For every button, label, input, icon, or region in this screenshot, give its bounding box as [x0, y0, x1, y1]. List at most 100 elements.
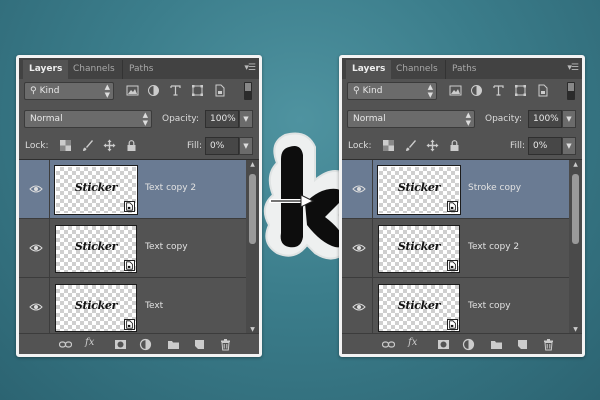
- layer-name[interactable]: Text: [145, 301, 163, 311]
- layer-name[interactable]: Text copy: [468, 301, 511, 311]
- tab-channels[interactable]: Channels: [390, 60, 444, 79]
- blend-row: Normal ▲ ▼ Opacity: 100% ▼: [342, 108, 582, 132]
- filter-toggle-switch[interactable]: [244, 82, 252, 100]
- blend-row: Normal ▲ ▼ Opacity: 100% ▼: [19, 108, 259, 132]
- lock-pixels-brush-icon[interactable]: [404, 139, 417, 152]
- smart-object-filter-icon[interactable]: [536, 84, 549, 97]
- link-layers-icon[interactable]: [382, 338, 395, 351]
- adjustment-filter-icon[interactable]: [147, 84, 160, 97]
- smart-object-badge-icon: [124, 260, 135, 271]
- layer-style-fx-icon[interactable]: fx: [408, 337, 417, 348]
- panel-menu-icon[interactable]: ▾☰: [567, 63, 579, 73]
- layer-name[interactable]: Text copy 2: [468, 242, 519, 252]
- layer-row[interactable]: Sticker Text copy 2: [19, 160, 246, 219]
- layer-row[interactable]: Sticker Text: [19, 278, 246, 337]
- filter-kind-value: Kind: [362, 86, 383, 96]
- eye-icon[interactable]: [352, 243, 366, 253]
- new-layer-icon[interactable]: [516, 338, 529, 351]
- layer-thumbnail[interactable]: Sticker: [378, 225, 460, 273]
- adjustment-layer-icon[interactable]: [462, 338, 475, 351]
- visibility-divider: [372, 219, 373, 277]
- tab-layers[interactable]: Layers: [23, 60, 69, 79]
- smart-object-filter-icon[interactable]: [213, 84, 226, 97]
- new-group-folder-icon[interactable]: [167, 338, 180, 351]
- type-filter-icon[interactable]: [492, 84, 505, 97]
- layers-list: Sticker Stroke copy Sticker Text copy 2 …: [342, 159, 582, 337]
- chevron-updown-icon: ▲ ▼: [465, 111, 471, 127]
- fill-input[interactable]: 0%: [528, 137, 562, 155]
- new-group-folder-icon[interactable]: [490, 338, 503, 351]
- trash-icon[interactable]: [219, 338, 232, 351]
- eye-icon[interactable]: [29, 243, 43, 253]
- trash-icon[interactable]: [542, 338, 555, 351]
- lock-position-move-icon[interactable]: [103, 139, 116, 152]
- link-layers-icon[interactable]: [59, 338, 72, 351]
- lock-pixels-brush-icon[interactable]: [81, 139, 94, 152]
- add-mask-icon[interactable]: [437, 338, 450, 351]
- fill-input[interactable]: 0%: [205, 137, 239, 155]
- layer-row[interactable]: Sticker Text copy 2: [342, 219, 569, 278]
- layer-thumbnail[interactable]: Sticker: [55, 284, 137, 332]
- lock-position-move-icon[interactable]: [426, 139, 439, 152]
- eye-icon[interactable]: [352, 184, 366, 194]
- scrollbar-thumb[interactable]: [572, 174, 579, 244]
- search-icon: ⚲: [353, 86, 360, 96]
- tab-paths[interactable]: Paths: [122, 60, 159, 79]
- new-layer-icon[interactable]: [193, 338, 206, 351]
- scroll-up-arrow-icon[interactable]: ▲: [246, 160, 259, 170]
- filter-kind-value: Kind: [39, 86, 60, 96]
- lock-all-icon[interactable]: [125, 139, 138, 152]
- layer-name[interactable]: Text copy 2: [145, 183, 196, 193]
- lock-all-icon[interactable]: [448, 139, 461, 152]
- layer-name[interactable]: Text copy: [145, 242, 188, 252]
- pixel-filter-icon[interactable]: [449, 84, 462, 97]
- lock-label: Lock:: [348, 141, 372, 151]
- opacity-input[interactable]: 100%: [205, 110, 239, 128]
- tab-channels[interactable]: Channels: [67, 60, 121, 79]
- layer-row[interactable]: Sticker Text copy: [342, 278, 569, 337]
- visibility-divider: [49, 219, 50, 277]
- eye-icon[interactable]: [29, 302, 43, 312]
- layer-thumbnail[interactable]: Sticker: [377, 165, 461, 215]
- filter-kind-select[interactable]: ⚲ Kind ▲ ▼: [347, 82, 437, 100]
- layers-scrollbar[interactable]: ▲ ▼: [569, 160, 582, 335]
- opacity-dropdown[interactable]: ▼: [239, 110, 253, 128]
- filter-row: ⚲ Kind ▲ ▼: [19, 80, 259, 104]
- shape-filter-icon[interactable]: [514, 84, 527, 97]
- filter-kind-select[interactable]: ⚲ Kind ▲ ▼: [24, 82, 114, 100]
- layer-row[interactable]: Sticker Text copy: [19, 219, 246, 278]
- layer-name[interactable]: Stroke copy: [468, 183, 521, 193]
- panel-menu-icon[interactable]: ▾☰: [244, 63, 256, 73]
- layer-style-fx-icon[interactable]: fx: [85, 337, 94, 348]
- layers-scrollbar[interactable]: ▲ ▼: [246, 160, 259, 335]
- layer-thumbnail[interactable]: Sticker: [55, 225, 137, 273]
- layer-thumbnail[interactable]: Sticker: [378, 284, 460, 332]
- thumbnail-text: Sticker: [397, 299, 441, 312]
- opacity-label: Opacity:: [485, 114, 522, 124]
- fill-dropdown[interactable]: ▼: [562, 137, 576, 155]
- lock-transparency-icon[interactable]: [382, 139, 395, 152]
- smart-object-badge-icon: [447, 201, 458, 212]
- type-filter-icon[interactable]: [169, 84, 182, 97]
- opacity-dropdown[interactable]: ▼: [562, 110, 576, 128]
- lock-transparency-icon[interactable]: [59, 139, 72, 152]
- adjustment-layer-icon[interactable]: [139, 338, 152, 351]
- layer-row[interactable]: Sticker Stroke copy: [342, 160, 569, 219]
- tab-layers[interactable]: Layers: [346, 60, 392, 79]
- fill-dropdown[interactable]: ▼: [239, 137, 253, 155]
- filter-toggle-switch[interactable]: [567, 82, 575, 100]
- opacity-input[interactable]: 100%: [528, 110, 562, 128]
- layer-thumbnail[interactable]: Sticker: [54, 165, 138, 215]
- pixel-filter-icon[interactable]: [126, 84, 139, 97]
- eye-icon[interactable]: [29, 184, 43, 194]
- adjustment-filter-icon[interactable]: [470, 84, 483, 97]
- blend-mode-select[interactable]: Normal ▲ ▼: [24, 110, 152, 128]
- eye-icon[interactable]: [352, 302, 366, 312]
- scrollbar-thumb[interactable]: [249, 174, 256, 244]
- add-mask-icon[interactable]: [114, 338, 127, 351]
- shape-filter-icon[interactable]: [191, 84, 204, 97]
- layers-list: Sticker Text copy 2 Sticker Text copy St…: [19, 159, 259, 337]
- scroll-up-arrow-icon[interactable]: ▲: [569, 160, 582, 170]
- blend-mode-select[interactable]: Normal ▲ ▼: [347, 110, 475, 128]
- tab-paths[interactable]: Paths: [445, 60, 482, 79]
